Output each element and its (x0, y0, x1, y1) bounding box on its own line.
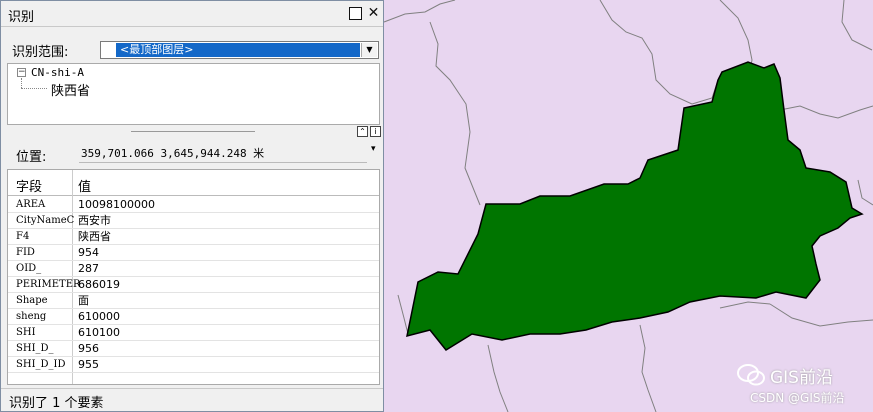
field-name: FID (16, 247, 35, 258)
identify-scope-dropdown[interactable]: <最顶部图层> ▼ (100, 41, 379, 59)
results-tree: − CN-shi-A 陕西省 (7, 63, 380, 125)
collapse-up-icon[interactable]: ⌃ (357, 126, 368, 137)
field-value: 610000 (78, 310, 120, 323)
field-value: 西安市 (78, 214, 111, 227)
collapse-icon[interactable]: − (17, 68, 26, 77)
table-row[interactable]: SHI_D_ 956 (8, 341, 379, 357)
field-value: 686019 (78, 278, 120, 291)
table-row[interactable]: SHI_D_ID 955 (8, 357, 379, 373)
table-row[interactable]: OID_ 287 (8, 261, 379, 277)
tree-layer-node[interactable]: CN-shi-A (31, 66, 84, 79)
identify-scope-label: 识别范围: (12, 45, 69, 60)
field-name: SHI (16, 327, 36, 338)
table-header: 字段 值 (8, 170, 379, 196)
wechat-icon (737, 364, 765, 386)
column-header-value: 值 (78, 180, 92, 195)
field-value: 面 (78, 294, 89, 307)
field-value: 954 (78, 246, 99, 259)
tree-feature-node[interactable]: 陕西省 (51, 80, 90, 99)
table-row[interactable]: CityNameC 西安市 (8, 213, 379, 229)
table-row[interactable]: PERIMETER 686019 (8, 277, 379, 293)
attribute-table: 字段 值 AREA 10098100000 CityNameC 西安市 F4 陕西省 FID… (7, 169, 380, 385)
location-value: 359,701.066 3,645,944.248 米 (79, 145, 367, 163)
chevron-down-icon[interactable]: ▼ (361, 43, 377, 57)
table-row[interactable]: Shape 面 (8, 293, 379, 309)
status-bar: 识别了 1 个要素 (1, 388, 383, 411)
field-name: SHI_D_ID (16, 359, 66, 370)
info-icon[interactable]: i (370, 126, 381, 137)
table-row[interactable]: SHI 610100 (8, 325, 379, 341)
field-name: CityNameC (16, 215, 75, 226)
field-value: 955 (78, 358, 99, 371)
field-name: sheng (16, 311, 47, 322)
column-header-field: 字段 (16, 180, 43, 195)
watermark-subtitle: CSDN @GIS前沿 (750, 391, 845, 405)
location-label: 位置: (16, 150, 47, 165)
field-name: Shape (16, 295, 48, 306)
field-value: 610100 (78, 326, 120, 339)
field-name: F4 (16, 231, 30, 242)
field-name: AREA (16, 199, 46, 210)
tree-connector (21, 78, 22, 88)
field-name: PERIMETER (16, 279, 81, 290)
field-value: 287 (78, 262, 99, 275)
title-bar: 识别 ✕ (1, 1, 383, 27)
pane-splitter[interactable] (131, 131, 255, 132)
watermark-title: GIS前沿 (770, 368, 833, 388)
table-row[interactable]: AREA 10098100000 (8, 197, 379, 213)
field-value: 陕西省 (78, 230, 111, 243)
status-text: 识别了 1 个要素 (9, 396, 104, 411)
identify-scope-value: <最顶部图层> (116, 43, 360, 57)
field-value: 10098100000 (78, 198, 155, 211)
field-name: SHI_D_ (16, 343, 54, 354)
field-name: OID_ (16, 263, 42, 274)
pin-icon[interactable] (349, 7, 362, 20)
location-menu-icon[interactable]: ▾ (371, 144, 376, 154)
window-title: 识别 (8, 10, 35, 25)
table-row[interactable]: sheng 610000 (8, 309, 379, 325)
table-row[interactable]: F4 陕西省 (8, 229, 379, 245)
identify-window: 识别 ✕ 识别范围: <最顶部图层> ▼ − CN-shi-A 陕西省 ⌃ i … (0, 0, 384, 412)
field-value: 956 (78, 342, 99, 355)
close-icon[interactable]: ✕ (367, 6, 380, 20)
tree-connector (21, 88, 47, 89)
table-row[interactable]: FID 954 (8, 245, 379, 261)
